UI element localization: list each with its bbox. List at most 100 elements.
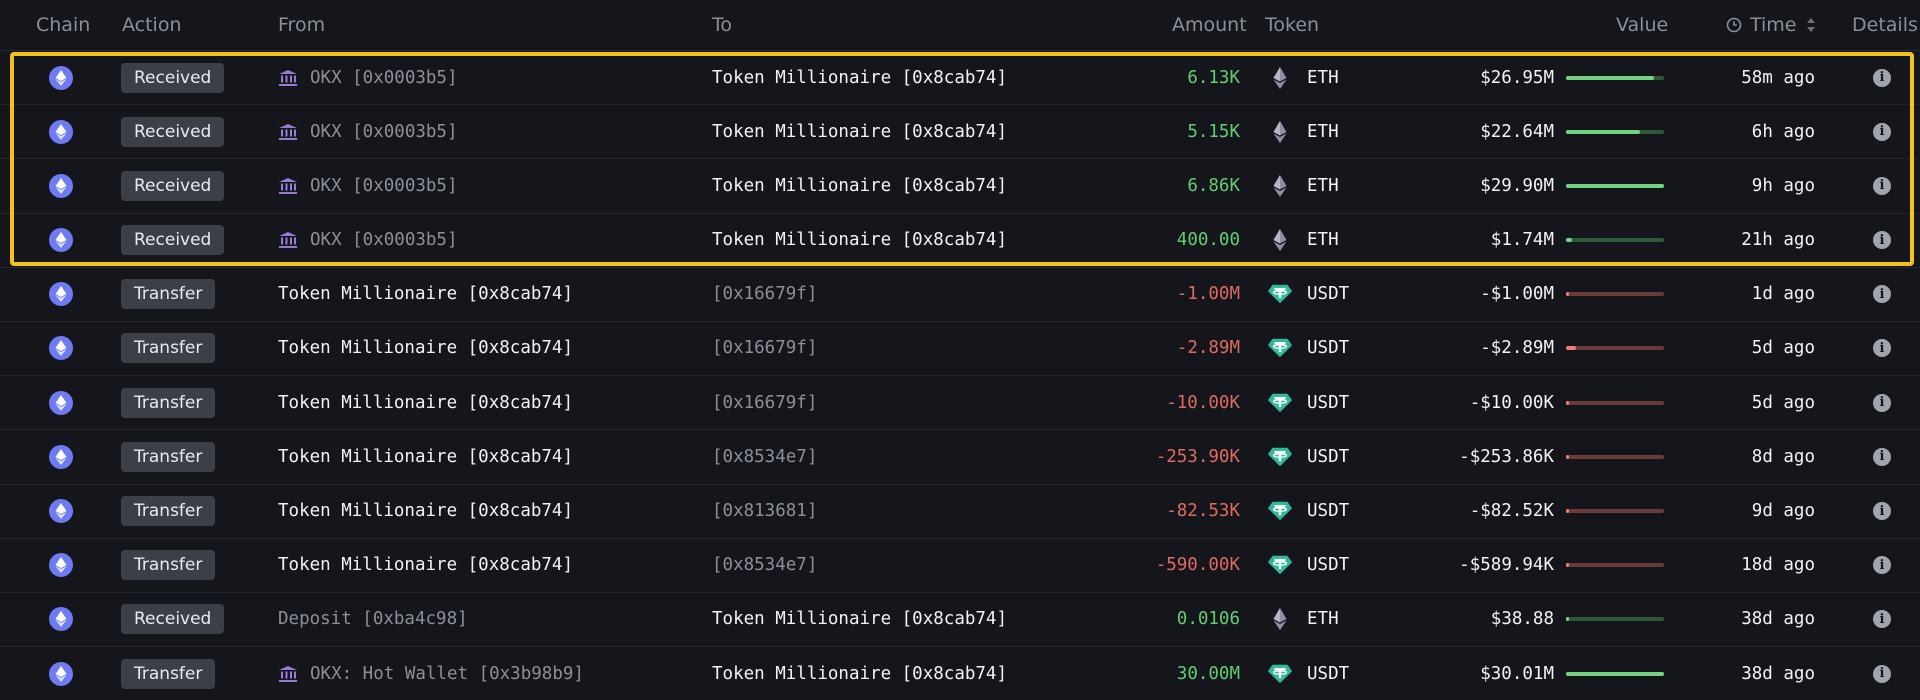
- token-cell[interactable]: USDT: [1267, 430, 1349, 483]
- to-cell[interactable]: [0x16679f]: [712, 376, 817, 429]
- token-cell[interactable]: USDT: [1267, 322, 1349, 375]
- token-cell[interactable]: USDT: [1267, 376, 1349, 429]
- sort-icon[interactable]: [1805, 16, 1817, 34]
- from-cell[interactable]: OKX [0x0003b5]: [278, 159, 458, 212]
- to-address[interactable]: Token Millionaire [0x8cab74]: [712, 68, 1007, 88]
- ethereum-icon[interactable]: [49, 336, 73, 361]
- to-cell[interactable]: Token Millionaire [0x8cab74]: [712, 647, 1007, 700]
- header-action[interactable]: Action: [122, 0, 182, 50]
- to-cell[interactable]: Token Millionaire [0x8cab74]: [712, 105, 1007, 158]
- to-cell[interactable]: [0x16679f]: [712, 322, 817, 375]
- ethereum-icon[interactable]: [49, 607, 73, 632]
- from-address[interactable]: OKX [0x0003b5]: [310, 230, 458, 250]
- header-chain[interactable]: Chain: [36, 0, 90, 50]
- table-row[interactable]: Received OKX [0x0003b5] Token Millionair…: [0, 158, 1920, 212]
- from-address[interactable]: Token Millionaire [0x8cab74]: [278, 284, 573, 304]
- to-address[interactable]: Token Millionaire [0x8cab74]: [712, 664, 1007, 684]
- ethereum-icon[interactable]: [49, 282, 73, 307]
- to-address[interactable]: [0x16679f]: [712, 284, 817, 304]
- to-cell[interactable]: Token Millionaire [0x8cab74]: [712, 51, 1007, 104]
- token-cell[interactable]: USDT: [1267, 539, 1349, 592]
- table-row[interactable]: Transfer Token Millionaire [0x8cab74] [0…: [0, 375, 1920, 429]
- to-cell[interactable]: [0x813681]: [712, 485, 817, 538]
- from-cell[interactable]: Deposit [0xba4c98]: [278, 593, 468, 646]
- ethereum-icon[interactable]: [49, 119, 73, 144]
- from-cell[interactable]: OKX [0x0003b5]: [278, 214, 458, 267]
- from-address[interactable]: Token Millionaire [0x8cab74]: [278, 447, 573, 467]
- token-cell[interactable]: ETH: [1267, 214, 1339, 267]
- to-address[interactable]: Token Millionaire [0x8cab74]: [712, 230, 1007, 250]
- table-row[interactable]: Received Deposit [0xba4c98] Token Millio…: [0, 591, 1920, 646]
- to-address[interactable]: [0x8534e7]: [712, 447, 817, 467]
- to-address[interactable]: [0x8534e7]: [712, 555, 817, 575]
- info-icon[interactable]: i: [1873, 664, 1891, 683]
- info-icon[interactable]: i: [1873, 68, 1891, 87]
- header-from[interactable]: From: [278, 0, 325, 50]
- to-cell[interactable]: [0x8534e7]: [712, 430, 817, 483]
- token-cell[interactable]: USDT: [1267, 647, 1349, 700]
- ethereum-icon[interactable]: [49, 228, 73, 253]
- info-icon[interactable]: i: [1873, 393, 1891, 412]
- info-icon[interactable]: i: [1873, 502, 1891, 520]
- from-cell[interactable]: Token Millionaire [0x8cab74]: [278, 322, 573, 375]
- ethereum-icon[interactable]: [49, 499, 73, 523]
- ethereum-icon[interactable]: [49, 444, 73, 469]
- table-row[interactable]: Transfer Token Millionaire [0x8cab74] [0…: [0, 266, 1920, 321]
- table-row[interactable]: Transfer Token Millionaire [0x8cab74] [0…: [0, 537, 1920, 592]
- to-address[interactable]: [0x813681]: [712, 501, 817, 521]
- from-cell[interactable]: Token Millionaire [0x8cab74]: [278, 268, 573, 321]
- to-address[interactable]: Token Millionaire [0x8cab74]: [712, 609, 1007, 629]
- from-cell[interactable]: Token Millionaire [0x8cab74]: [278, 485, 573, 538]
- table-row[interactable]: Received OKX [0x0003b5] Token Millionair…: [0, 212, 1920, 267]
- ethereum-icon[interactable]: [49, 661, 73, 686]
- info-icon[interactable]: i: [1873, 285, 1891, 304]
- to-cell[interactable]: Token Millionaire [0x8cab74]: [712, 159, 1007, 212]
- ethereum-icon[interactable]: [49, 553, 73, 578]
- header-token[interactable]: Token: [1265, 0, 1319, 50]
- to-address[interactable]: Token Millionaire [0x8cab74]: [712, 122, 1007, 142]
- token-cell[interactable]: ETH: [1267, 593, 1339, 646]
- from-cell[interactable]: Token Millionaire [0x8cab74]: [278, 539, 573, 592]
- ethereum-icon[interactable]: [49, 173, 73, 198]
- from-address[interactable]: OKX [0x0003b5]: [310, 68, 458, 88]
- from-cell[interactable]: Token Millionaire [0x8cab74]: [278, 430, 573, 483]
- table-row[interactable]: Received OKX [0x0003b5] Token Millionair…: [0, 50, 1920, 104]
- table-row[interactable]: Transfer Token Millionaire [0x8cab74] [0…: [0, 483, 1920, 538]
- from-address[interactable]: Token Millionaire [0x8cab74]: [278, 393, 573, 413]
- info-icon[interactable]: i: [1873, 231, 1891, 250]
- table-row[interactable]: Received OKX [0x0003b5] Token Millionair…: [0, 104, 1920, 158]
- header-value[interactable]: Value: [1616, 0, 1668, 50]
- from-cell[interactable]: OKX [0x0003b5]: [278, 51, 458, 104]
- info-icon[interactable]: i: [1873, 339, 1891, 358]
- from-cell[interactable]: OKX [0x0003b5]: [278, 105, 458, 158]
- from-address[interactable]: OKX [0x0003b5]: [310, 176, 458, 196]
- from-address[interactable]: OKX: Hot Wallet [0x3b98b9]: [310, 664, 584, 684]
- header-to[interactable]: To: [712, 0, 732, 50]
- header-amount[interactable]: Amount: [1172, 0, 1247, 50]
- to-cell[interactable]: Token Millionaire [0x8cab74]: [712, 593, 1007, 646]
- ethereum-icon[interactable]: [49, 390, 73, 415]
- token-cell[interactable]: ETH: [1267, 159, 1339, 212]
- from-address[interactable]: OKX [0x0003b5]: [310, 122, 458, 142]
- token-cell[interactable]: ETH: [1267, 51, 1339, 104]
- info-icon[interactable]: i: [1873, 122, 1891, 141]
- to-address[interactable]: Token Millionaire [0x8cab74]: [712, 176, 1007, 196]
- from-cell[interactable]: Token Millionaire [0x8cab74]: [278, 376, 573, 429]
- from-cell[interactable]: OKX: Hot Wallet [0x3b98b9]: [278, 647, 584, 700]
- to-address[interactable]: [0x16679f]: [712, 338, 817, 358]
- header-time-group[interactable]: Time: [1726, 0, 1817, 50]
- info-icon[interactable]: i: [1873, 556, 1891, 575]
- table-row[interactable]: Transfer Token Millionaire [0x8cab74] [0…: [0, 429, 1920, 483]
- info-icon[interactable]: i: [1873, 610, 1891, 629]
- to-cell[interactable]: Token Millionaire [0x8cab74]: [712, 214, 1007, 267]
- to-cell[interactable]: [0x16679f]: [712, 268, 817, 321]
- table-row[interactable]: Transfer Token Millionaire [0x8cab74] [0…: [0, 320, 1920, 375]
- token-cell[interactable]: ETH: [1267, 105, 1339, 158]
- from-address[interactable]: Token Millionaire [0x8cab74]: [278, 555, 573, 575]
- token-cell[interactable]: USDT: [1267, 268, 1349, 321]
- from-address[interactable]: Token Millionaire [0x8cab74]: [278, 501, 573, 521]
- to-address[interactable]: [0x16679f]: [712, 393, 817, 413]
- from-address[interactable]: Token Millionaire [0x8cab74]: [278, 338, 573, 358]
- table-row[interactable]: Transfer OKX: Hot Wallet [0x3b98b9] Toke…: [0, 646, 1920, 700]
- ethereum-icon[interactable]: [49, 65, 73, 90]
